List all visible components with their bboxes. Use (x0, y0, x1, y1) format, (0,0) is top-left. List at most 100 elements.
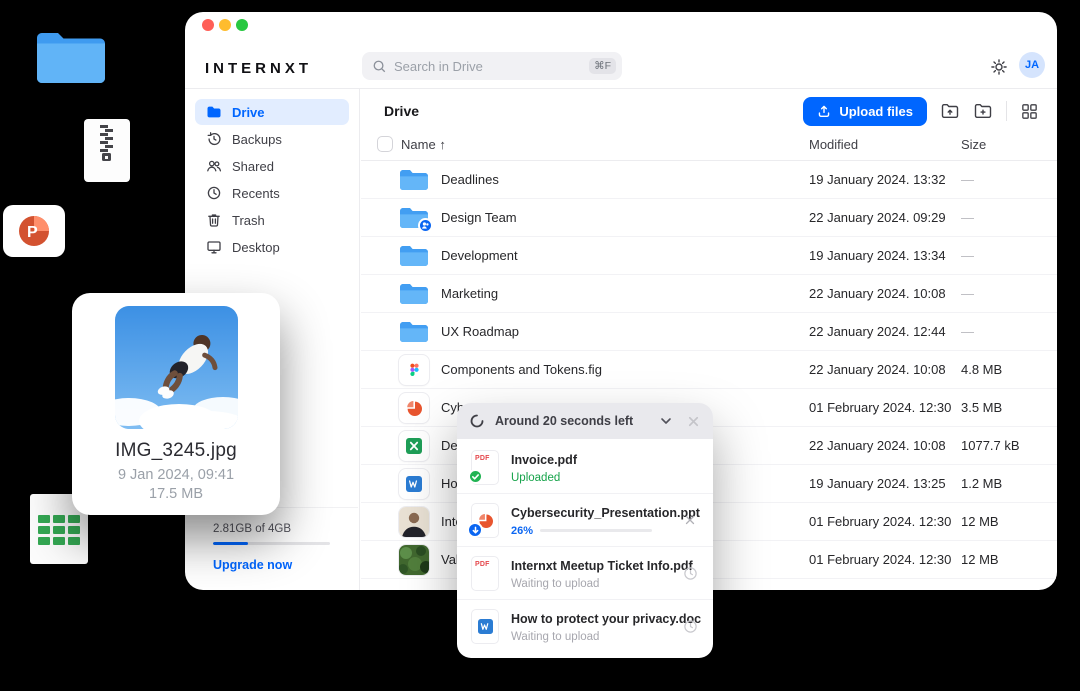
word-file-icon (472, 610, 498, 643)
grid-view-button[interactable] (1020, 102, 1039, 121)
toolbar-divider (1006, 101, 1007, 121)
upload-file-name: How to protect your privacy.doc (511, 612, 701, 626)
upload-items-list: PDF Invoice.pdf (457, 439, 713, 658)
upload-item[interactable]: Cybersecurity_Presentation.ppt 26% (457, 493, 713, 546)
image-preview-card[interactable]: IMG_3245.jpg 9 Jan 2024, 09:41 17.5 MB (72, 293, 280, 515)
table-row[interactable]: UX Roadmap 22 January 2024. 12:44 — (361, 313, 1057, 351)
file-modified: 22 January 2024. 09:29 (809, 210, 946, 225)
table-row[interactable]: Marketing 22 January 2024. 10:08 — (361, 275, 1057, 313)
storage-progress-fill (213, 542, 248, 545)
collapse-popup-button[interactable] (658, 413, 674, 429)
column-header-modified[interactable]: Modified (809, 137, 858, 152)
image-filename: IMG_3245.jpg (72, 440, 280, 462)
uploaded-check-badge (468, 469, 483, 484)
svg-text:P: P (27, 224, 38, 241)
search-input[interactable]: Search in Drive ⌘F (362, 52, 622, 80)
recents-icon (206, 185, 222, 201)
sidebar-item[interactable]: Trash (195, 207, 349, 233)
sidebar-item-label: Backups (232, 132, 282, 147)
file-modified: 01 February 2024. 12:30 (809, 552, 951, 567)
file-name: Components and Tokens.fig (441, 362, 602, 377)
close-icon (683, 513, 697, 527)
sidebar-item[interactable]: Drive (195, 99, 349, 125)
sidebar-item[interactable]: Backups (195, 126, 349, 152)
desktop-icon (206, 239, 222, 255)
folder-icon (399, 244, 429, 268)
upload-time-remaining: Around 20 seconds left (495, 414, 646, 428)
table-row[interactable]: Development 19 January 2024. 13:34 — (361, 237, 1057, 275)
search-shortcut-badge: ⌘F (589, 58, 616, 74)
upload-folder-button[interactable] (940, 101, 960, 121)
floating-folder-icon[interactable] (37, 30, 105, 86)
photo-thumbnail-foliage (399, 545, 429, 575)
sidebar-item-label: Drive (232, 105, 265, 120)
folder-icon (399, 320, 429, 344)
file-name: Design Team (441, 210, 517, 225)
file-modified: 22 January 2024. 10:08 (809, 286, 946, 301)
floating-powerpoint-icon[interactable]: P (3, 205, 65, 257)
avatar[interactable]: JA (1019, 52, 1045, 78)
file-size: — (961, 248, 974, 263)
internxt-logo: INTERNXT (205, 60, 312, 77)
image-size: 17.5 MB (72, 486, 280, 502)
file-modified: 01 February 2024. 12:30 (809, 514, 951, 529)
upload-file-name: Internxt Meetup Ticket Info.pdf (511, 559, 693, 573)
file-name: UX Roadmap (441, 324, 519, 339)
shared-folder-icon (399, 206, 429, 230)
folder-upload-icon (940, 101, 960, 121)
close-popup-button[interactable] (686, 414, 701, 429)
sidebar-item-label: Desktop (232, 240, 280, 255)
sidebar-item-label: Shared (232, 159, 274, 174)
table-row[interactable]: Deadlines 19 January 2024. 13:32 — (361, 161, 1057, 199)
upload-status: Uploaded (511, 472, 560, 484)
powerpoint-file-icon (399, 393, 429, 423)
file-size: 4.8 MB (961, 362, 1002, 377)
upload-progress-bar (540, 529, 652, 532)
upload-progress-popup: Around 20 seconds left (457, 403, 713, 658)
storage-progress-bar (213, 542, 330, 545)
photo-person-jumping (115, 306, 238, 429)
upload-status: Waiting to upload (511, 631, 599, 643)
upload-file-name: Invoice.pdf (511, 453, 577, 467)
file-size: — (961, 286, 974, 301)
canvas: P (0, 0, 1080, 691)
sidebar-item[interactable]: Desktop (195, 234, 349, 260)
sidebar-item[interactable]: Recents (195, 180, 349, 206)
file-modified: 22 January 2024. 10:08 (809, 362, 946, 377)
word-file-icon (399, 469, 429, 499)
upgrade-link[interactable]: Upgrade now (213, 558, 330, 572)
table-row[interactable]: Components and Tokens.fig 22 January 202… (361, 351, 1057, 389)
folder-icon (399, 282, 429, 306)
storage-usage-label: 2.81GB of 4GB (213, 523, 330, 535)
upload-item[interactable]: How to protect your privacy.doc Waiting … (457, 599, 713, 652)
content-header: Drive Upload files (361, 89, 1057, 133)
sidebar-nav: Drive (185, 89, 359, 260)
upload-status: Waiting to upload (511, 578, 599, 590)
sidebar-item[interactable]: Shared (195, 153, 349, 179)
upload-item[interactable]: PDF Invoice.pdf (457, 441, 713, 493)
sidebar-item-label: Recents (232, 186, 280, 201)
upload-icon (817, 104, 831, 118)
upload-files-label: Upload files (839, 104, 913, 119)
search-icon (372, 59, 387, 74)
photo-thumbnail-person (399, 507, 429, 537)
new-folder-button[interactable] (973, 101, 993, 121)
file-size: — (961, 210, 974, 225)
column-header-size[interactable]: Size (961, 137, 986, 152)
topbar: INTERNXT Search in Drive ⌘F JA (185, 12, 1057, 88)
column-header-name[interactable]: Name ↑ (401, 137, 446, 152)
upload-item[interactable]: PDF Internxt Meetup Ticket Info.pdf Wait… (457, 546, 713, 599)
file-modified: 01 February 2024. 12:30 (809, 400, 951, 415)
excel-file-icon (399, 431, 429, 461)
uploading-arrow-badge (467, 522, 483, 538)
pdf-file-icon: PDF (472, 557, 498, 590)
floating-zip-icon[interactable] (84, 119, 130, 182)
cancel-upload-button[interactable] (683, 513, 697, 527)
select-all-checkbox[interactable] (377, 136, 393, 152)
file-name: Development (441, 248, 518, 263)
page-title: Drive (384, 103, 419, 119)
upload-files-button[interactable]: Upload files (803, 97, 927, 126)
table-row[interactable]: Design Team 22 January 2024. 09:29 — (361, 199, 1057, 237)
waiting-clock-icon (683, 566, 698, 581)
settings-button[interactable] (989, 57, 1009, 77)
